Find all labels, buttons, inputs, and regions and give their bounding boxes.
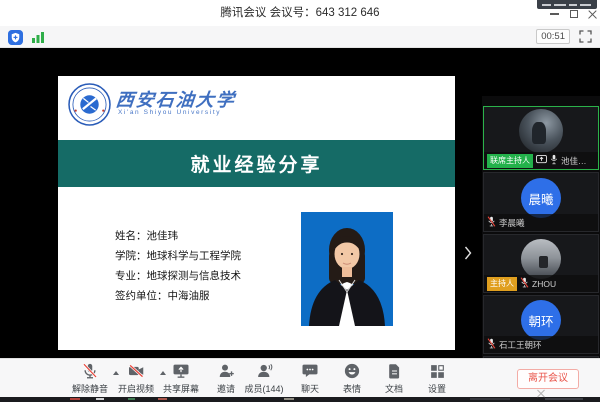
fullscreen-icon[interactable] — [579, 30, 592, 48]
id-photo — [301, 212, 393, 326]
maximize-icon[interactable] — [568, 8, 580, 20]
mic-muted-icon — [487, 216, 496, 229]
mic-muted-icon — [487, 338, 496, 351]
video-tile-shigongwang[interactable]: 朝环 石工王朝环 — [483, 295, 599, 354]
tile-namebar: 主持人 ZHOU — [484, 275, 598, 292]
video-tile-zhou[interactable]: 主持人 ZHOU — [483, 234, 599, 293]
screen-share-icon — [536, 155, 547, 166]
network-signal-icon — [31, 30, 45, 49]
shared-screen-area: 西安石油大学 Xi'an Shiyou University 就业经验分享 姓名… — [0, 48, 600, 397]
university-emblem-icon — [68, 83, 111, 131]
host-badge: 主持人 — [487, 277, 517, 291]
participant-name: 石工王朝环 — [499, 339, 542, 351]
participant-name: 李晨曦 — [499, 217, 525, 229]
slide-title: 就业经验分享 — [190, 150, 322, 177]
minimize-icon[interactable] — [548, 8, 560, 20]
participant-name: ZHOU — [532, 279, 556, 289]
status-bar: 00:51 — [0, 26, 600, 48]
leave-meeting-button[interactable]: 离开会议 — [517, 369, 579, 389]
tile-namebar: 联席主持人 池佳玮的... — [484, 152, 598, 169]
settings-button[interactable]: 设置 — [406, 362, 468, 395]
collapse-videos-icon[interactable] — [537, 385, 546, 402]
meeting-timer: 00:51 — [536, 29, 570, 44]
presentation-slide: 西安石油大学 Xi'an Shiyou University 就业经验分享 姓名… — [58, 76, 455, 350]
video-sidebar: 联席主持人 池佳玮的... 晨曦 李晨曦 主持人 — [482, 96, 600, 402]
meeting-title: 腾讯会议 会议号：643 312 646 — [0, 0, 600, 26]
background-window-strip — [0, 397, 600, 402]
collapse-sidebar-icon[interactable] — [464, 246, 472, 265]
avatar — [519, 109, 563, 153]
titlebar: 腾讯会议 会议号：643 312 646 — [0, 0, 600, 26]
mic-on-icon — [550, 154, 558, 167]
control-toolbar: 解除静音 开启视频 共享屏幕 邀请 成员(144) 聊天 表情 — [0, 358, 600, 397]
avatar: 朝环 — [521, 300, 561, 340]
avatar: 晨曦 — [521, 178, 561, 218]
info-name: 姓名：池佳玮 — [115, 226, 241, 246]
info-major: 专业：地球探测与信息技术 — [115, 266, 241, 286]
close-icon[interactable] — [586, 8, 598, 20]
button-label: 设置 — [406, 382, 468, 395]
info-employer: 签约单位：中海油服 — [115, 286, 241, 306]
video-tile-lichenxi[interactable]: 晨曦 李晨曦 — [483, 172, 599, 232]
clipped-tooltip — [537, 0, 597, 9]
avatar — [521, 239, 561, 279]
university-name-en: Xi'an Shiyou University — [118, 109, 221, 116]
tencent-meeting-window: 腾讯会议 会议号：643 312 646 00:51 — [0, 0, 600, 402]
info-college: 学院：地球科学与工程学院 — [115, 246, 241, 266]
participant-name: 池佳玮的... — [561, 155, 595, 167]
cohost-badge: 联席主持人 — [487, 154, 533, 168]
slide-title-band: 就业经验分享 — [58, 140, 455, 187]
grid-settings-icon — [406, 362, 468, 380]
security-shield-icon[interactable] — [8, 30, 23, 50]
mic-muted-icon — [520, 277, 529, 290]
tile-namebar: 李晨曦 — [484, 214, 598, 231]
tile-namebar: 石工王朝环 — [484, 336, 598, 353]
profile-info: 姓名：池佳玮 学院：地球科学与工程学院 专业：地球探测与信息技术 签约单位：中海… — [115, 226, 241, 306]
video-tile-chijiawei[interactable]: 联席主持人 池佳玮的... — [483, 106, 599, 170]
